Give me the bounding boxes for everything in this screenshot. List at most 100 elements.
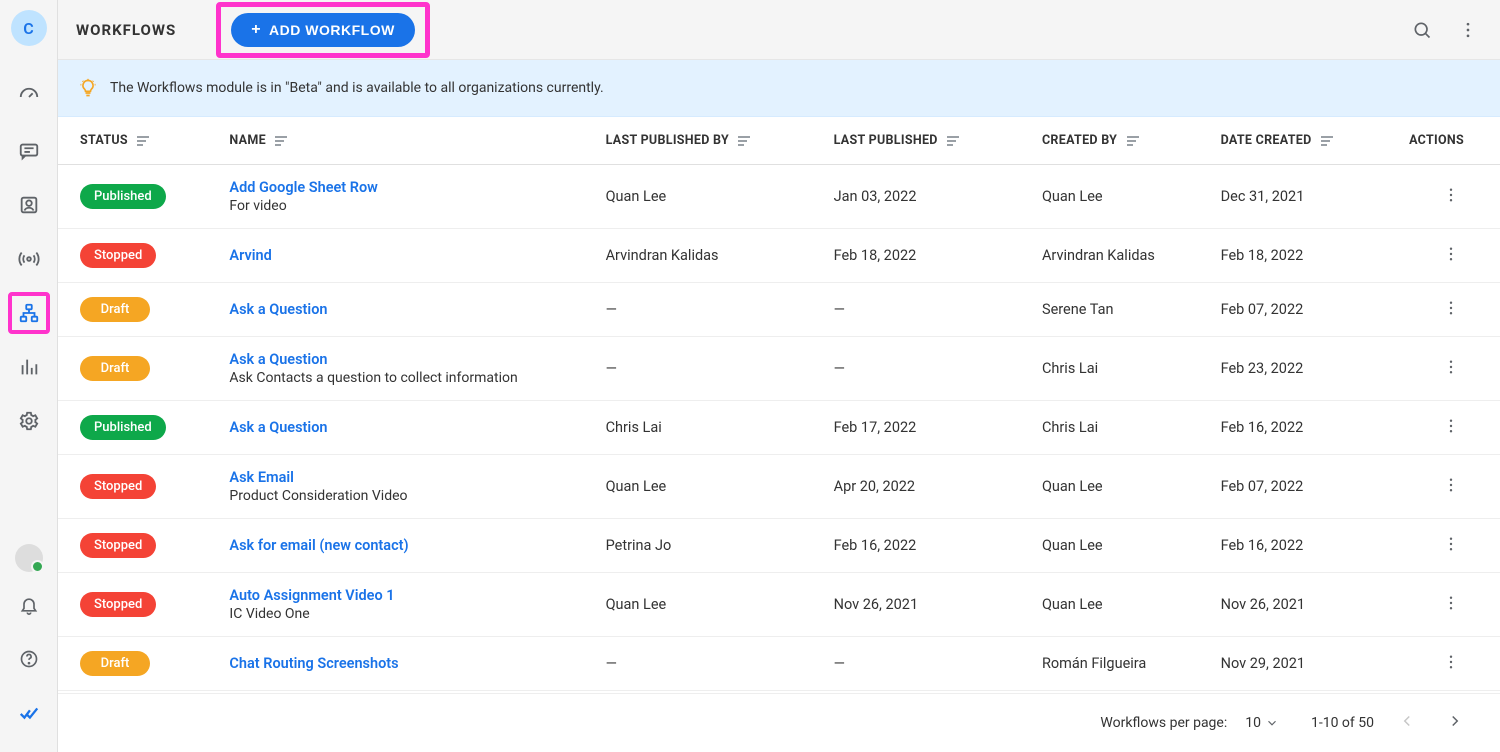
row-actions-menu[interactable] [1442, 358, 1460, 376]
pager-next[interactable] [1440, 708, 1470, 738]
sort-icon [275, 136, 287, 146]
nav-messages[interactable] [8, 130, 50, 172]
col-actions: ACTIONS [1397, 117, 1500, 165]
row-actions-menu[interactable] [1442, 245, 1460, 263]
row-actions-menu[interactable] [1442, 594, 1460, 612]
nav-brand[interactable] [8, 692, 50, 734]
workflow-subtitle: IC Video One [229, 606, 581, 622]
workflow-link[interactable]: Ask a Question [229, 419, 327, 436]
status-badge: Stopped [80, 533, 156, 558]
cell-created-by: Quan Lee [1030, 455, 1209, 519]
table-row: StoppedArvindArvindran KalidasFeb 18, 20… [58, 229, 1500, 283]
nav-workflows[interactable] [8, 292, 50, 334]
more-vert-icon [1442, 358, 1460, 376]
sort-icon [1127, 136, 1139, 146]
chevron-right-icon [1446, 712, 1464, 730]
workflow-link[interactable]: Ask Email [229, 469, 294, 486]
sort-icon [1321, 136, 1333, 146]
cell-last-published-by: Quan Lee [594, 573, 822, 637]
cell-last-published: — [822, 283, 1030, 337]
row-actions-menu[interactable] [1442, 417, 1460, 435]
table-row: StoppedAsk EmailProduct Consideration Vi… [58, 455, 1500, 519]
add-workflow-button[interactable]: + ADD WORKFLOW [231, 13, 415, 47]
workspace-avatar[interactable]: C [11, 10, 47, 46]
topbar-more-button[interactable] [1454, 16, 1482, 44]
page-size-select[interactable]: 10 [1245, 715, 1279, 731]
cell-date-created: Feb 18, 2022 [1209, 229, 1397, 283]
bell-icon [19, 595, 39, 615]
cell-created-by: Serene Tan [1030, 283, 1209, 337]
col-status[interactable]: STATUS [58, 117, 217, 165]
nav-broadcast[interactable] [8, 238, 50, 280]
gear-icon [18, 410, 40, 432]
workflow-link[interactable]: Add Google Sheet Row [229, 179, 377, 196]
status-badge: Published [80, 415, 166, 440]
workflow-link[interactable]: Auto Assignment Video 1 [229, 587, 394, 604]
pager-label: Workflows per page: [1100, 715, 1227, 731]
add-workflow-highlight: + ADD WORKFLOW [216, 2, 430, 58]
search-button[interactable] [1408, 16, 1436, 44]
row-actions-menu[interactable] [1442, 535, 1460, 553]
workflow-subtitle: For video [229, 198, 581, 214]
reports-icon [18, 356, 40, 378]
cell-last-published: Apr 20, 2022 [822, 455, 1030, 519]
more-vert-icon [1458, 20, 1478, 40]
status-badge: Published [80, 184, 166, 209]
more-vert-icon [1442, 245, 1460, 263]
more-vert-icon [1442, 299, 1460, 317]
nav-settings[interactable] [8, 400, 50, 442]
chevron-left-icon [1398, 712, 1416, 730]
main-panel: WORKFLOWS + ADD WORKFLOW The Workflows m… [58, 0, 1500, 752]
message-icon [18, 140, 40, 162]
pager-range: 1-10 of 50 [1311, 715, 1374, 731]
cell-last-published-by: Chris Lai [594, 401, 822, 455]
workflow-icon [18, 302, 40, 324]
more-vert-icon [1442, 476, 1460, 494]
workflow-table-wrap: STATUS NAME LAST PUBLISHED BY LAST [58, 117, 1500, 693]
status-badge: Stopped [80, 592, 156, 617]
left-nav: C [0, 0, 58, 752]
table-row: Published Add Google Sheet Row For video Qu… [58, 165, 1500, 229]
cell-created-by: Quan Lee [1030, 519, 1209, 573]
add-workflow-label: ADD WORKFLOW [269, 22, 395, 38]
cell-last-published-by: Arvindran Kalidas [594, 229, 822, 283]
cell-date-created: Feb 16, 2022 [1209, 519, 1397, 573]
more-vert-icon [1442, 594, 1460, 612]
cell-created-by: Román Filgueira [1030, 637, 1209, 691]
col-date-created[interactable]: DATE CREATED [1209, 117, 1397, 165]
workflow-table: STATUS NAME LAST PUBLISHED BY LAST [58, 117, 1500, 693]
nav-help[interactable] [8, 638, 50, 680]
row-actions-menu[interactable] [1442, 476, 1460, 494]
nav-dashboard[interactable] [8, 76, 50, 118]
cell-last-published-by: Quan Lee [594, 165, 822, 229]
beta-banner: The Workflows module is in "Beta" and is… [58, 60, 1500, 117]
nav-contacts[interactable] [8, 184, 50, 226]
nav-notifications[interactable] [8, 584, 50, 626]
cell-last-published: Feb 18, 2022 [822, 229, 1030, 283]
workflow-link[interactable]: Ask a Question [229, 301, 327, 318]
cell-date-created: Feb 07, 2022 [1209, 455, 1397, 519]
sort-icon [947, 136, 959, 146]
more-vert-icon [1442, 535, 1460, 553]
cell-created-by: Quan Lee [1030, 165, 1209, 229]
col-name[interactable]: NAME [217, 117, 593, 165]
table-row: Stopped Auto Assignment Video 1 IC Video O… [58, 573, 1500, 637]
nav-reports[interactable] [8, 346, 50, 388]
row-actions-menu[interactable] [1442, 653, 1460, 671]
cell-date-created: Nov 26, 2021 [1209, 573, 1397, 637]
more-vert-icon [1442, 417, 1460, 435]
col-created-by[interactable]: CREATED BY [1030, 117, 1209, 165]
workflow-link[interactable]: Chat Routing Screenshots [229, 655, 398, 672]
cell-date-created: Feb 16, 2022 [1209, 401, 1397, 455]
col-last-published[interactable]: LAST PUBLISHED [822, 117, 1030, 165]
row-actions-menu[interactable] [1442, 299, 1460, 317]
row-actions-menu[interactable] [1442, 186, 1460, 204]
user-presence[interactable] [15, 544, 43, 572]
brand-check-icon [18, 702, 40, 724]
col-last-published-by[interactable]: LAST PUBLISHED BY [594, 117, 822, 165]
workflow-link[interactable]: Ask for email (new contact) [229, 537, 408, 554]
pager-prev[interactable] [1392, 708, 1422, 738]
table-row: DraftAsk a Question——Serene TanFeb 07, 2… [58, 283, 1500, 337]
workflow-link[interactable]: Arvind [229, 247, 271, 264]
workflow-link[interactable]: Ask a Question [229, 351, 327, 368]
